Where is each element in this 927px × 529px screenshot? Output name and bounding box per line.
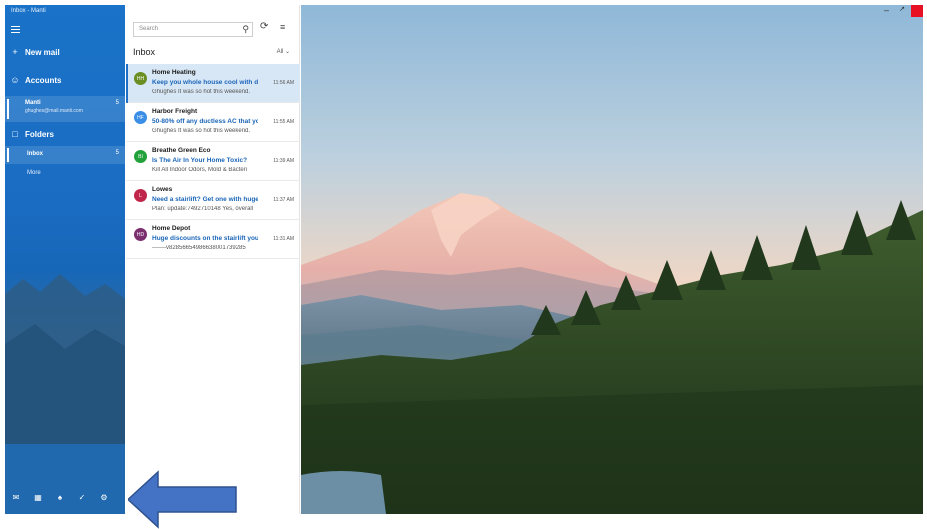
sender-avatar: BI	[134, 150, 147, 163]
close-button[interactable]	[911, 5, 923, 17]
message-item[interactable]: L Lowes Need a stairlift? Get one with h…	[126, 181, 300, 220]
new-mail-button[interactable]: + New mail	[5, 44, 125, 60]
inbox-folder-label: Inbox	[27, 151, 43, 157]
sidebar-item-inbox[interactable]: Inbox 5	[5, 146, 125, 164]
message-subject: Is The Air In Your Home Toxic?	[152, 157, 248, 164]
window-title: Inbox - Manti	[11, 8, 46, 14]
filter-label: All	[276, 49, 284, 55]
sender-name: Home Heating	[152, 69, 196, 76]
message-preview: Kill All Indoor Odors, Mold & Bacteri	[152, 167, 248, 173]
message-time: 11:37 AM	[273, 197, 294, 203]
settings-icon[interactable]: ⚙	[93, 493, 115, 502]
selection-mode-icon[interactable]: ≡	[280, 22, 285, 32]
account-item[interactable]: Manti ghughes@mail.manti.com 5	[5, 96, 125, 122]
message-list-pane: Search ⚲ ⟳ ≡ Inbox All ⌄ HH Home Heating…	[126, 5, 300, 514]
accounts-label: Accounts	[25, 75, 62, 85]
folder-title: Inbox	[133, 47, 156, 57]
accounts-header[interactable]: ☺ Accounts	[5, 72, 125, 88]
mail-app-window: Inbox - Manti + New mail ☺ Accounts Mant…	[5, 5, 923, 514]
message-time: 11:31 AM	[273, 236, 294, 242]
message-preview: -------v82856654986638001739285	[152, 245, 246, 251]
sender-name: Home Depot	[152, 225, 191, 232]
plus-icon: +	[12, 47, 18, 57]
reading-pane: – ↗	[301, 5, 923, 514]
selection-bar	[7, 99, 9, 119]
search-box[interactable]: Search ⚲	[133, 22, 253, 37]
search-icon[interactable]: ⚲	[242, 24, 249, 35]
message-item[interactable]: HD Home Depot Huge discounts on the stai…	[126, 220, 300, 259]
calendar-icon[interactable]: ▦	[27, 493, 49, 502]
folders-label: Folders	[25, 129, 54, 139]
todo-icon[interactable]: ✓	[71, 493, 93, 502]
folders-header[interactable]: □ Folders	[5, 126, 125, 142]
message-subject: 50-80% off any ductless AC that yo	[152, 118, 258, 125]
annotation-arrow	[128, 470, 237, 529]
message-item[interactable]: BI Breathe Green Eco Is The Air In Your …	[126, 142, 300, 181]
message-time: 11:39 AM	[273, 158, 294, 164]
maximize-button[interactable]: ↗	[899, 5, 905, 13]
people-icon[interactable]: ♠	[49, 493, 71, 502]
message-preview: Ghughes It was so hot this weekend.	[152, 89, 251, 95]
message-subject: Need a stairlift? Get one with huge	[152, 196, 258, 203]
app-switcher-bar: ✉ ▦ ♠ ✓ ⚙	[5, 490, 125, 504]
search-placeholder: Search	[139, 26, 159, 32]
new-mail-label: New mail	[25, 47, 60, 57]
minimize-button[interactable]: –	[884, 5, 889, 15]
message-preview: Ghughes It was so hot this weekend.	[152, 128, 251, 134]
message-time: 11:55 AM	[273, 119, 294, 125]
account-unread-count: 5	[115, 100, 119, 106]
message-subject: Keep you whole house cool with du	[152, 79, 258, 86]
person-icon: ☺	[10, 75, 20, 85]
sidebar-item-more[interactable]: More	[27, 170, 41, 176]
navigation-pane: Inbox - Manti + New mail ☺ Accounts Mant…	[5, 5, 125, 514]
sender-name: Lowes	[152, 186, 173, 193]
folder-icon: □	[12, 129, 18, 139]
sender-avatar: HH	[134, 72, 147, 85]
inbox-unread-count: 5	[115, 150, 119, 156]
selection-bar	[126, 64, 128, 103]
message-item[interactable]: HH Home Heating Keep you whole house coo…	[126, 64, 300, 103]
account-email: ghughes@mail.manti.com	[25, 108, 83, 114]
mountain-landscape-image	[301, 5, 923, 514]
chevron-down-icon: ⌄	[284, 49, 290, 55]
sender-name: Breathe Green Eco	[152, 147, 211, 154]
message-time: 11:56 AM	[273, 80, 294, 86]
sidebar-background-mountains	[5, 274, 125, 514]
mail-icon[interactable]: ✉	[5, 493, 27, 502]
message-preview: Plan: update:7492710148 Yes, overall	[152, 206, 254, 212]
sender-avatar: HD	[134, 228, 147, 241]
message-list: HH Home Heating Keep you whole house coo…	[126, 64, 300, 259]
sender-avatar: L	[134, 189, 147, 202]
message-item[interactable]: HF Harbor Freight 50-80% off any ductles…	[126, 103, 300, 142]
sender-name: Harbor Freight	[152, 108, 198, 115]
filter-dropdown[interactable]: All ⌄	[277, 48, 290, 55]
message-subject: Huge discounts on the stairlift you n	[152, 235, 258, 242]
hamburger-menu-icon[interactable]	[11, 26, 20, 33]
selection-bar	[7, 148, 9, 162]
account-name: Manti	[25, 100, 41, 106]
sender-avatar: HF	[134, 111, 147, 124]
sync-icon[interactable]: ⟳	[260, 21, 268, 32]
